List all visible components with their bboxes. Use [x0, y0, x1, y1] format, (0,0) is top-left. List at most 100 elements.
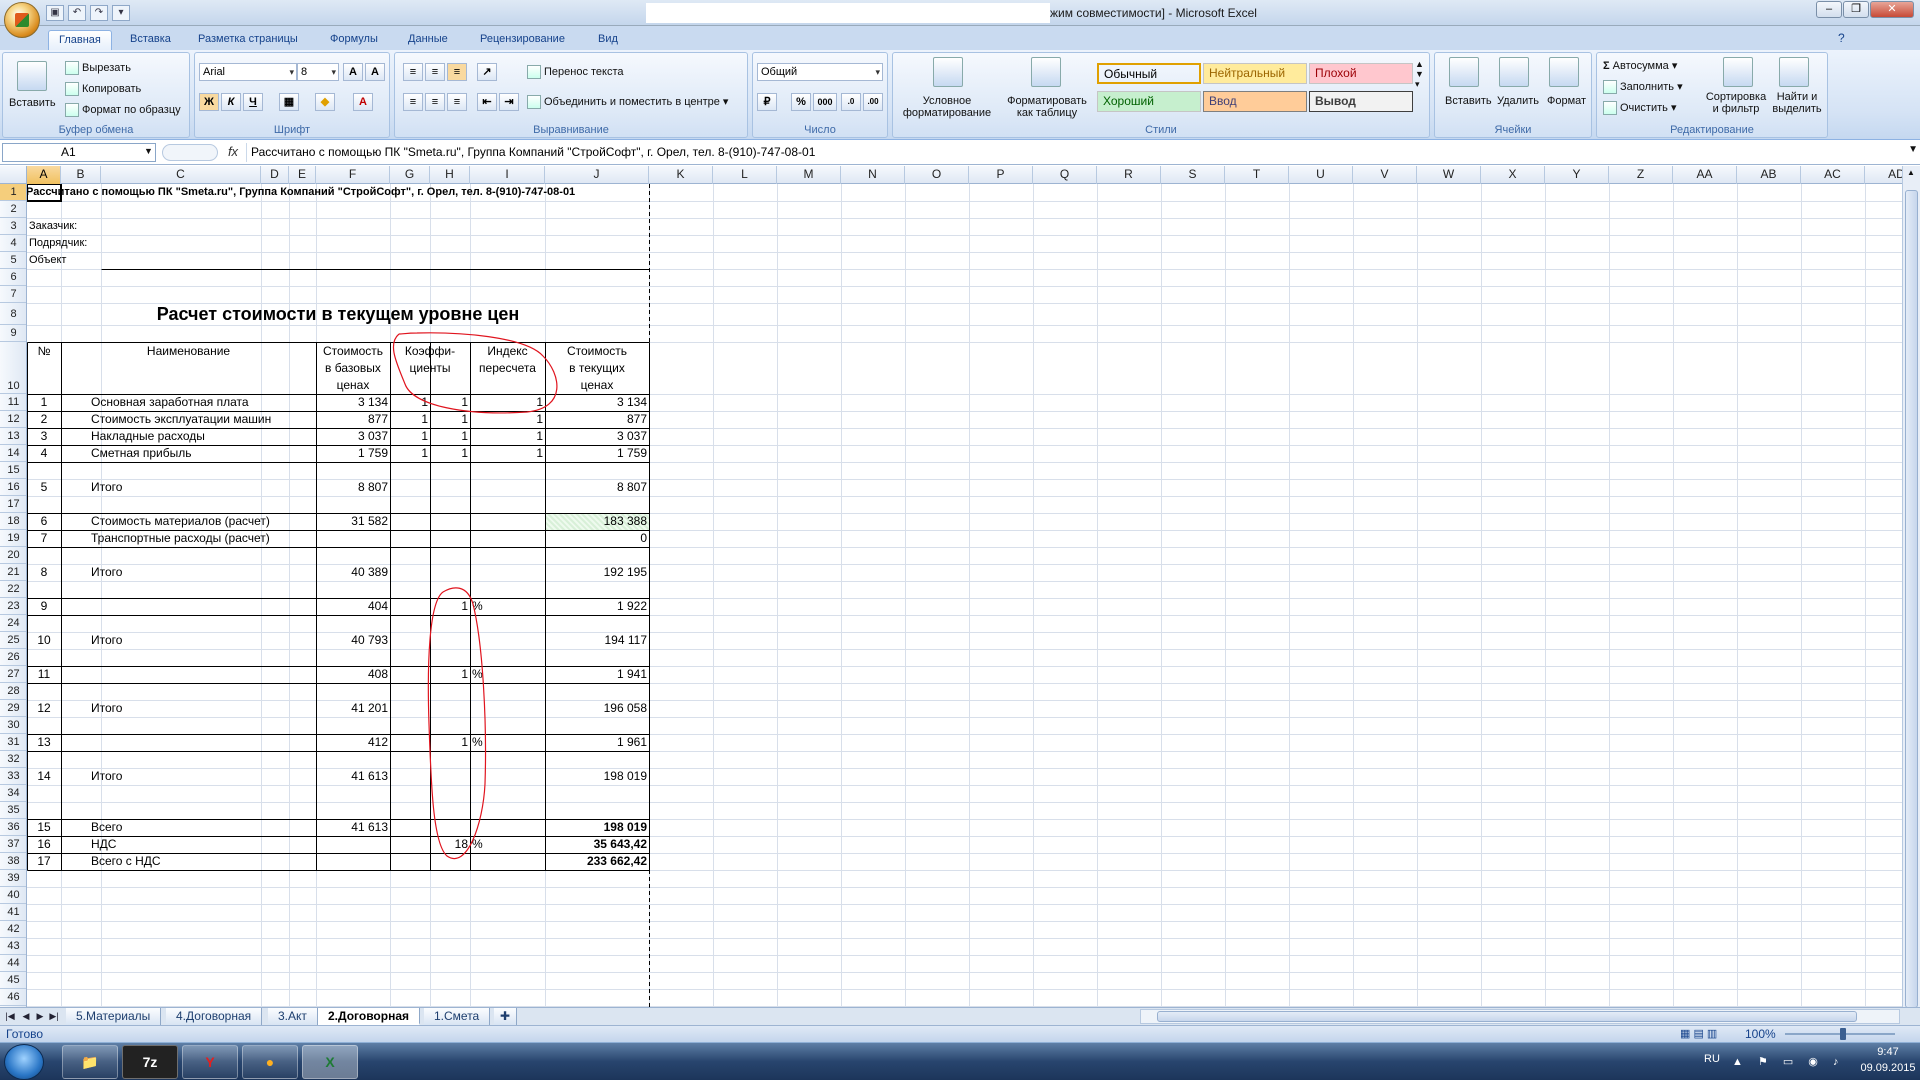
row-header[interactable]: 6 — [0, 269, 26, 286]
find-select-button[interactable]: Найти и выделить — [1769, 91, 1825, 115]
cell-C19[interactable]: Транспортные расходы (расчет) — [91, 531, 270, 546]
row-header[interactable]: 3 — [0, 218, 26, 235]
row-header[interactable]: 46 — [0, 989, 26, 1006]
yandex-icon[interactable]: Y — [182, 1045, 238, 1079]
cell-J19[interactable]: 0 — [547, 531, 647, 546]
cell-C25[interactable]: Итого — [91, 633, 122, 648]
column-header[interactable]: M — [777, 166, 841, 184]
close-icon[interactable]: ✕ — [1870, 1, 1914, 18]
row-header[interactable]: 26 — [0, 649, 26, 666]
7zip-icon[interactable]: 7z — [122, 1045, 178, 1079]
thousands-button[interactable]: 000 — [813, 93, 837, 111]
font-size-select[interactable]: 8 — [297, 63, 339, 81]
currency-icon[interactable]: ₽ — [757, 93, 777, 111]
row-header[interactable]: 30 — [0, 717, 26, 734]
increase-decimal-icon[interactable]: .0 — [841, 93, 861, 111]
cell-A37[interactable]: 16 — [29, 837, 59, 852]
row-header[interactable]: 16 — [0, 479, 26, 496]
row-header[interactable]: 34 — [0, 785, 26, 802]
cell-A16[interactable]: 5 — [29, 480, 59, 495]
cut-button[interactable]: Вырезать — [65, 61, 131, 75]
tray-icons[interactable]: ▲ ⚑ ▭ ◉ ♪ — [1732, 1055, 1844, 1068]
column-header[interactable]: X — [1481, 166, 1545, 184]
cell-J12[interactable]: 877 — [547, 412, 647, 427]
column-header[interactable]: D — [261, 166, 289, 184]
cell-F11[interactable]: 3 134 — [318, 395, 388, 410]
row-header[interactable]: 7 — [0, 286, 26, 303]
column-header[interactable]: G — [390, 166, 430, 184]
cell-C29[interactable]: Итого — [91, 701, 122, 716]
row-header[interactable]: 10 — [0, 342, 26, 394]
cell-A21[interactable]: 8 — [29, 565, 59, 580]
row-header[interactable]: 31 — [0, 734, 26, 751]
column-header[interactable]: P — [969, 166, 1033, 184]
clock-date[interactable]: 09.09.2015 — [1858, 1062, 1918, 1074]
font-color-icon[interactable]: A — [353, 93, 373, 111]
cell-A25[interactable]: 10 — [29, 633, 59, 648]
cell-A29[interactable]: 12 — [29, 701, 59, 716]
wrap-text-button[interactable]: Перенос текста — [527, 65, 624, 79]
style-good[interactable]: Хороший — [1097, 91, 1201, 112]
row-header[interactable]: 32 — [0, 751, 26, 768]
column-header[interactable]: AA — [1673, 166, 1737, 184]
column-header[interactable]: O — [905, 166, 969, 184]
column-header[interactable]: Z — [1609, 166, 1673, 184]
bold-button[interactable]: Ж — [199, 93, 219, 111]
row-header[interactable]: 35 — [0, 802, 26, 819]
cell-A33[interactable]: 14 — [29, 769, 59, 784]
align-bottom-icon[interactable]: ≡ — [447, 63, 467, 81]
cell-G13[interactable]: 1 — [392, 429, 428, 444]
row-header[interactable]: 9 — [0, 325, 26, 342]
cell-H23[interactable]: 1 — [432, 599, 468, 614]
fill-color-icon[interactable]: ◆ — [315, 93, 335, 111]
cell-A23[interactable]: 9 — [29, 599, 59, 614]
cell-F16[interactable]: 8 807 — [318, 480, 388, 495]
cell-F13[interactable]: 3 037 — [318, 429, 388, 444]
conditional-format-button[interactable]: Условное форматирование — [897, 95, 997, 119]
column-header[interactable]: R — [1097, 166, 1161, 184]
column-header[interactable]: L — [713, 166, 777, 184]
formula-input[interactable]: Рассчитано с помощью ПК "Smeta.ru", Груп… — [246, 143, 1906, 162]
column-header[interactable]: K — [649, 166, 713, 184]
cell-C36[interactable]: Всего — [91, 820, 122, 835]
cell-A4[interactable]: Подрядчик: — [29, 236, 87, 251]
cell-A27[interactable]: 11 — [29, 667, 59, 682]
styles-more-icon[interactable]: ▲ ▼ ▾ — [1415, 59, 1424, 90]
scroll-up-icon[interactable]: ▲ — [1907, 168, 1915, 177]
row-header[interactable]: 19 — [0, 530, 26, 547]
view-buttons-icon[interactable]: ▦ ▤ ▥ — [1680, 1027, 1717, 1040]
row-header[interactable]: 37 — [0, 836, 26, 853]
cell-A14[interactable]: 4 — [29, 446, 59, 461]
row-header[interactable]: 21 — [0, 564, 26, 581]
cell-F14[interactable]: 1 759 — [318, 446, 388, 461]
cell-J27[interactable]: 1 941 — [547, 667, 647, 682]
align-left-icon[interactable]: ≡ — [403, 93, 423, 111]
cell-J16[interactable]: 8 807 — [547, 480, 647, 495]
horizontal-scroll-thumb[interactable] — [1157, 1011, 1857, 1022]
cell-H11[interactable]: 1 — [432, 395, 468, 410]
row-header[interactable]: 4 — [0, 235, 26, 252]
cell-C13[interactable]: Накладные расходы — [91, 429, 205, 444]
delete-cells-button[interactable]: Удалить — [1497, 95, 1539, 107]
zoom-slider-knob[interactable] — [1840, 1028, 1846, 1040]
cell-A12[interactable]: 2 — [29, 412, 59, 427]
row-header[interactable]: 38 — [0, 853, 26, 870]
cell-H13[interactable]: 1 — [432, 429, 468, 444]
cell-J29[interactable]: 196 058 — [547, 701, 647, 716]
cell-F23[interactable]: 404 — [318, 599, 388, 614]
restore-icon[interactable]: ❐ — [1843, 1, 1869, 18]
help-icon[interactable]: ? — [1838, 31, 1845, 45]
redo-icon[interactable]: ↷ — [90, 5, 108, 21]
column-header[interactable]: E — [289, 166, 316, 184]
cell-G12[interactable]: 1 — [392, 412, 428, 427]
grow-font-button[interactable]: A — [343, 63, 363, 81]
save-icon[interactable]: ▣ — [46, 5, 64, 21]
insert-cells-button[interactable]: Вставить — [1445, 95, 1492, 107]
start-button[interactable] — [4, 1044, 44, 1080]
orientation-icon[interactable]: ↗ — [477, 63, 497, 81]
font-name-select[interactable]: Arial — [199, 63, 297, 81]
office-button[interactable] — [4, 2, 40, 38]
paste-icon[interactable] — [17, 61, 47, 91]
style-output[interactable]: Вывод — [1309, 91, 1413, 112]
column-header[interactable]: N — [841, 166, 905, 184]
